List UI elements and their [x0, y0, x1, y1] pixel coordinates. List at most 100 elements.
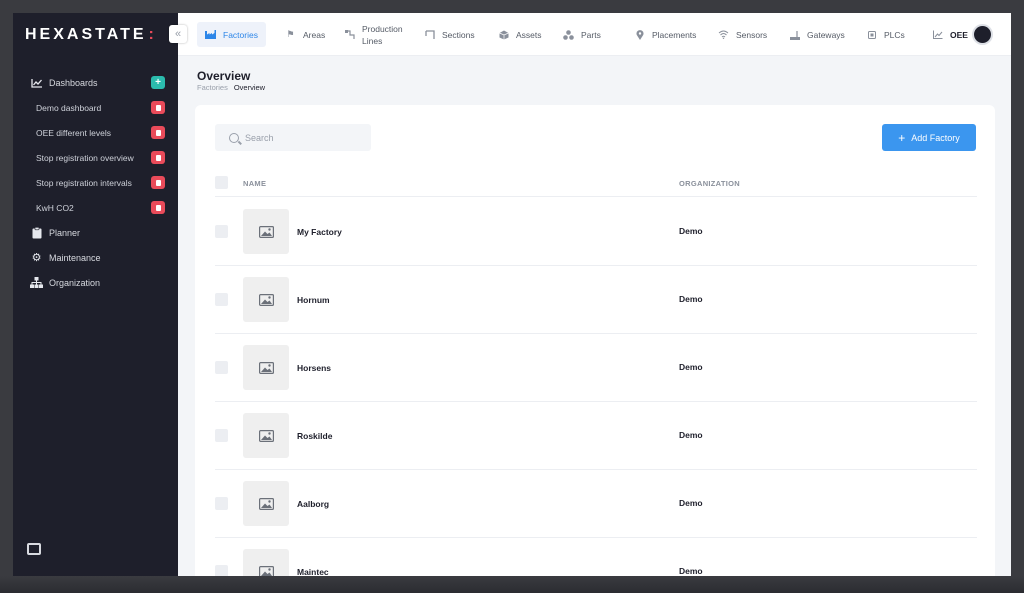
device-frame: HEXASTATE: Dashboards + Demo dashboard O…: [0, 0, 1024, 593]
sidebar-item-dashboards[interactable]: Dashboards +: [13, 70, 178, 95]
factory-thumbnail: [243, 549, 289, 576]
tab-production-lines[interactable]: Production Lines: [344, 22, 412, 47]
sidebar-item-demo-dashboard[interactable]: Demo dashboard: [13, 95, 178, 120]
delete-dashboard-button[interactable]: [151, 126, 165, 139]
sidebar-item-label: Demo dashboard: [36, 102, 102, 113]
plus-icon: +: [898, 130, 906, 145]
image-placeholder-icon: [258, 565, 274, 576]
tab-label: Placements: [652, 29, 697, 40]
breadcrumb: Factories Overview: [197, 83, 265, 92]
wifi-icon: [718, 30, 729, 40]
table-row[interactable]: Maintec Demo: [215, 538, 977, 576]
factory-name[interactable]: Maintec: [297, 567, 329, 576]
delete-dashboard-button[interactable]: [151, 101, 165, 114]
chart-icon: [932, 30, 943, 40]
sidebar-item-stop-registration-intervals[interactable]: Stop registration intervals: [13, 170, 178, 195]
pin-icon: [634, 29, 645, 40]
sidebar-item-label: Stop registration overview: [36, 152, 134, 163]
image-placeholder-icon: [258, 225, 274, 238]
factory-name[interactable]: Roskilde: [297, 431, 332, 441]
table-header: NAME ORGANIZATION: [215, 173, 977, 197]
tab-plcs[interactable]: PLCs: [866, 22, 905, 47]
add-factory-button[interactable]: + Add Factory: [882, 124, 976, 151]
sidebar-item-oee-different-levels[interactable]: OEE different levels: [13, 120, 178, 145]
sidebar-item-planner[interactable]: Planner: [13, 220, 178, 245]
factory-name[interactable]: My Factory: [297, 227, 342, 237]
clipboard-icon: [30, 226, 43, 239]
tab-label: Factories: [223, 29, 258, 40]
factory-organization: Demo: [679, 362, 703, 372]
column-header-organization[interactable]: ORGANIZATION: [679, 179, 740, 188]
row-checkbox[interactable]: [215, 429, 228, 442]
tab-label: Production Lines: [362, 23, 403, 46]
search-box[interactable]: [215, 124, 371, 151]
factory-organization: Demo: [679, 498, 703, 508]
delete-dashboard-button[interactable]: [151, 176, 165, 189]
sidebar-item-label: Maintenance: [49, 252, 101, 263]
search-input[interactable]: [245, 132, 355, 143]
row-checkbox[interactable]: [215, 361, 228, 374]
tab-label: Gateways: [807, 29, 845, 40]
table-row[interactable]: Aalborg Demo: [215, 470, 977, 538]
image-placeholder-icon: [258, 293, 274, 306]
org-chart-icon: [30, 276, 43, 289]
select-all-checkbox[interactable]: [215, 176, 228, 189]
sidebar-item-label: KwH CO2: [36, 202, 74, 213]
add-dashboard-button[interactable]: +: [151, 76, 165, 89]
sidebar-item-maintenance[interactable]: ⚙ Maintenance: [13, 245, 178, 270]
factory-thumbnail: [243, 481, 289, 526]
brand-logo: HEXASTATE:: [25, 25, 157, 45]
add-factory-label: Add Factory: [911, 132, 960, 143]
factory-organization: Demo: [679, 294, 703, 304]
delete-dashboard-button[interactable]: [151, 201, 165, 214]
factory-name[interactable]: Horsens: [297, 363, 331, 373]
factory-icon: [205, 30, 216, 40]
sidebar-item-label: Planner: [49, 227, 81, 238]
tab-placements[interactable]: Placements: [634, 22, 696, 47]
table-row[interactable]: Roskilde Demo: [215, 402, 977, 470]
tab-sections[interactable]: Sections: [424, 22, 475, 47]
sidebar-item-kwh-co2[interactable]: KwH CO2: [13, 195, 178, 220]
tab-sensors[interactable]: Sensors: [718, 22, 767, 47]
row-checkbox[interactable]: [215, 293, 228, 306]
table-row[interactable]: Hornum Demo: [215, 266, 977, 334]
sidebar-item-label: Dashboards: [49, 77, 98, 88]
breadcrumb-current: Overview: [233, 83, 266, 92]
factory-name[interactable]: Aalborg: [297, 499, 329, 509]
factory-thumbnail: [243, 413, 289, 458]
factory-thumbnail: [243, 209, 289, 254]
tab-oee[interactable]: OEE: [932, 22, 968, 47]
row-checkbox[interactable]: [215, 565, 228, 576]
tab-assets[interactable]: Assets: [498, 22, 542, 47]
row-checkbox[interactable]: [215, 497, 228, 510]
flag-icon: ⚑: [286, 29, 295, 39]
sidebar-item-organization[interactable]: Organization: [13, 270, 178, 295]
table-row[interactable]: Horsens Demo: [215, 334, 977, 402]
chart-line-icon: [30, 76, 43, 89]
tab-gateways[interactable]: Gateways: [789, 22, 845, 47]
factory-name[interactable]: Hornum: [297, 295, 330, 305]
cube-icon: [498, 30, 509, 40]
tab-factories[interactable]: Factories: [197, 22, 266, 47]
sidebar-item-label: Organization: [49, 277, 101, 288]
sidebar-item-stop-registration-overview[interactable]: Stop registration overview: [13, 145, 178, 170]
table-row[interactable]: My Factory Demo: [215, 198, 977, 266]
sidebar-item-label: Stop registration intervals: [36, 177, 132, 188]
parts-icon: [563, 29, 574, 40]
tab-parts[interactable]: Parts: [563, 22, 601, 47]
user-avatar[interactable]: [972, 24, 993, 45]
column-header-name[interactable]: NAME: [243, 179, 266, 188]
factory-organization: Demo: [679, 430, 703, 440]
tab-areas[interactable]: ⚑ Areas: [285, 22, 325, 47]
device-frame-bottom: [0, 576, 1024, 593]
tab-label: Sensors: [736, 29, 768, 40]
row-checkbox[interactable]: [215, 225, 228, 238]
collapse-sidebar-button[interactable]: «: [169, 25, 187, 43]
delete-dashboard-button[interactable]: [151, 151, 165, 164]
sidebar-nav: Dashboards + Demo dashboard OEE differen…: [13, 70, 178, 295]
breadcrumb-parent[interactable]: Factories: [197, 83, 228, 92]
inbox-icon[interactable]: [27, 543, 41, 555]
tab-label: OEE: [950, 29, 968, 40]
tab-label: Parts: [581, 29, 601, 40]
image-placeholder-icon: [258, 497, 274, 510]
